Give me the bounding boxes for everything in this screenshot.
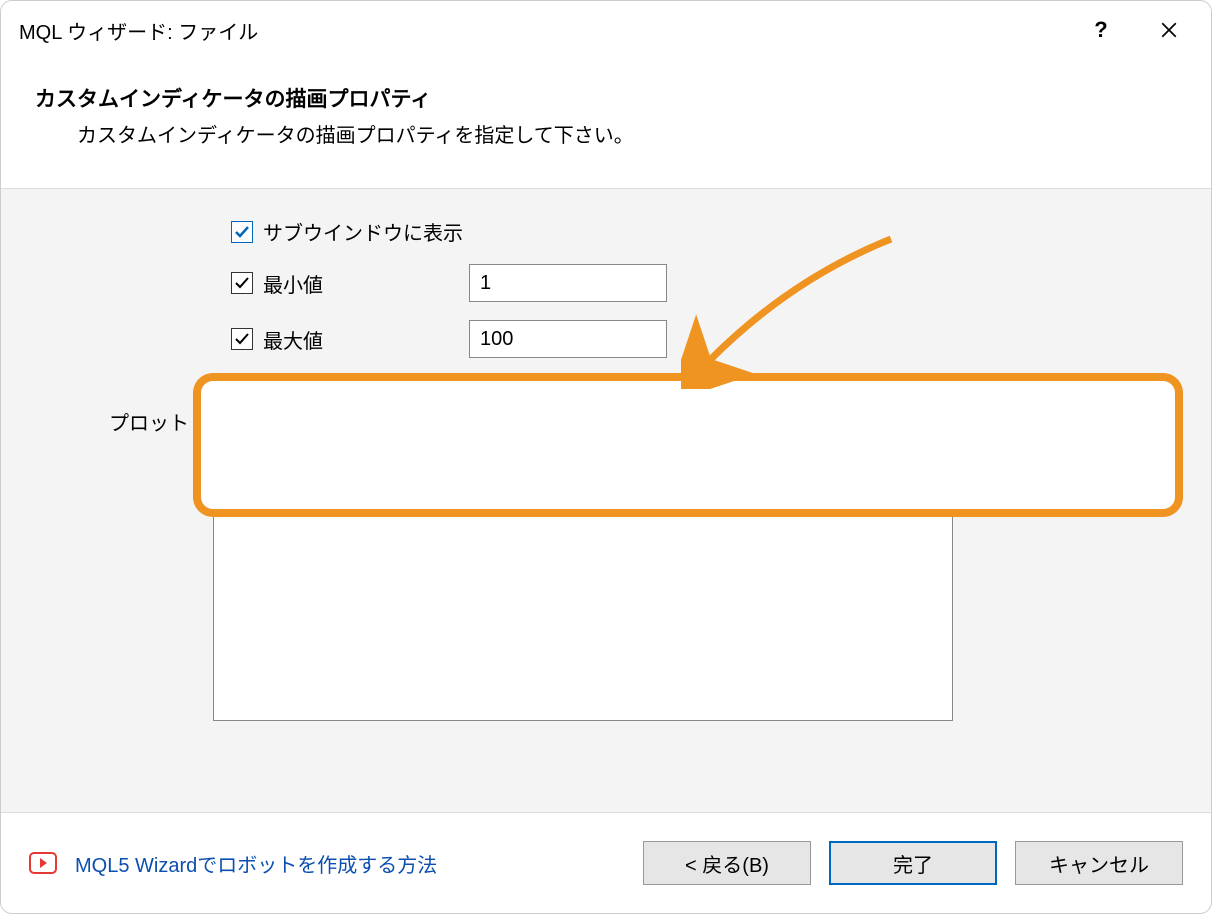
body-section: サブウインドウに表示 最小値 最大値 プロット: [1, 188, 1211, 813]
min-input[interactable]: [469, 264, 667, 302]
close-icon[interactable]: [1145, 6, 1193, 54]
cell-label[interactable]: Label1: [214, 437, 410, 472]
cell-type[interactable]: Line: [410, 437, 624, 472]
help-icon[interactable]: ?: [1077, 6, 1125, 54]
cell-color[interactable]: Red: [624, 437, 952, 472]
color-swatch-icon: [636, 445, 656, 465]
min-checkbox[interactable]: [231, 272, 253, 294]
min-label: 最小値: [263, 269, 323, 298]
help-link[interactable]: MQL5 Wizardでロボットを作成する方法: [75, 849, 437, 878]
plot-button-group: 追加 削除: [963, 389, 1155, 513]
finish-button[interactable]: 完了: [829, 841, 997, 885]
wizard-window: MQL ウィザード: ファイル ? カスタムインディケータの描画プロパティ カス…: [0, 0, 1212, 914]
max-label: 最大値: [263, 325, 323, 354]
max-input[interactable]: [469, 320, 667, 358]
titlebar: MQL ウィザード: ファイル ?: [1, 1, 1211, 59]
plot-section-label: プロット: [109, 407, 189, 436]
table-row[interactable]: Label1 Line Red: [214, 434, 952, 476]
cancel-button[interactable]: キャンセル: [1015, 841, 1183, 885]
subwindow-label: サブウインドウに表示: [263, 217, 463, 246]
subwindow-checkbox[interactable]: [231, 221, 253, 243]
add-button[interactable]: 追加: [963, 389, 1153, 433]
header-section: カスタムインディケータの描画プロパティ カスタムインディケータの描画プロパティを…: [1, 59, 1211, 188]
video-icon[interactable]: [29, 852, 57, 874]
back-button[interactable]: < 戻る(B): [643, 841, 811, 885]
delete-button: 削除: [963, 451, 1153, 495]
annotation-arrow-icon: [681, 229, 941, 389]
max-checkbox[interactable]: [231, 328, 253, 350]
plot-table[interactable]: ラベル タイプ カラー Label1 Line Red: [213, 389, 953, 721]
table-header: ラベル タイプ カラー: [214, 390, 952, 434]
page-subtitle: カスタムインディケータの描画プロパティを指定して下さい。: [35, 119, 1177, 148]
footer: MQL5 Wizardでロボットを作成する方法 < 戻る(B) 完了 キャンセル: [1, 813, 1211, 913]
col-label[interactable]: ラベル: [214, 390, 410, 433]
window-title: MQL ウィザード: ファイル: [19, 16, 1057, 45]
cell-color-name: Red: [664, 443, 701, 465]
col-color[interactable]: カラー: [624, 390, 952, 433]
page-title: カスタムインディケータの描画プロパティ: [35, 83, 1177, 113]
col-type[interactable]: タイプ: [410, 390, 624, 433]
